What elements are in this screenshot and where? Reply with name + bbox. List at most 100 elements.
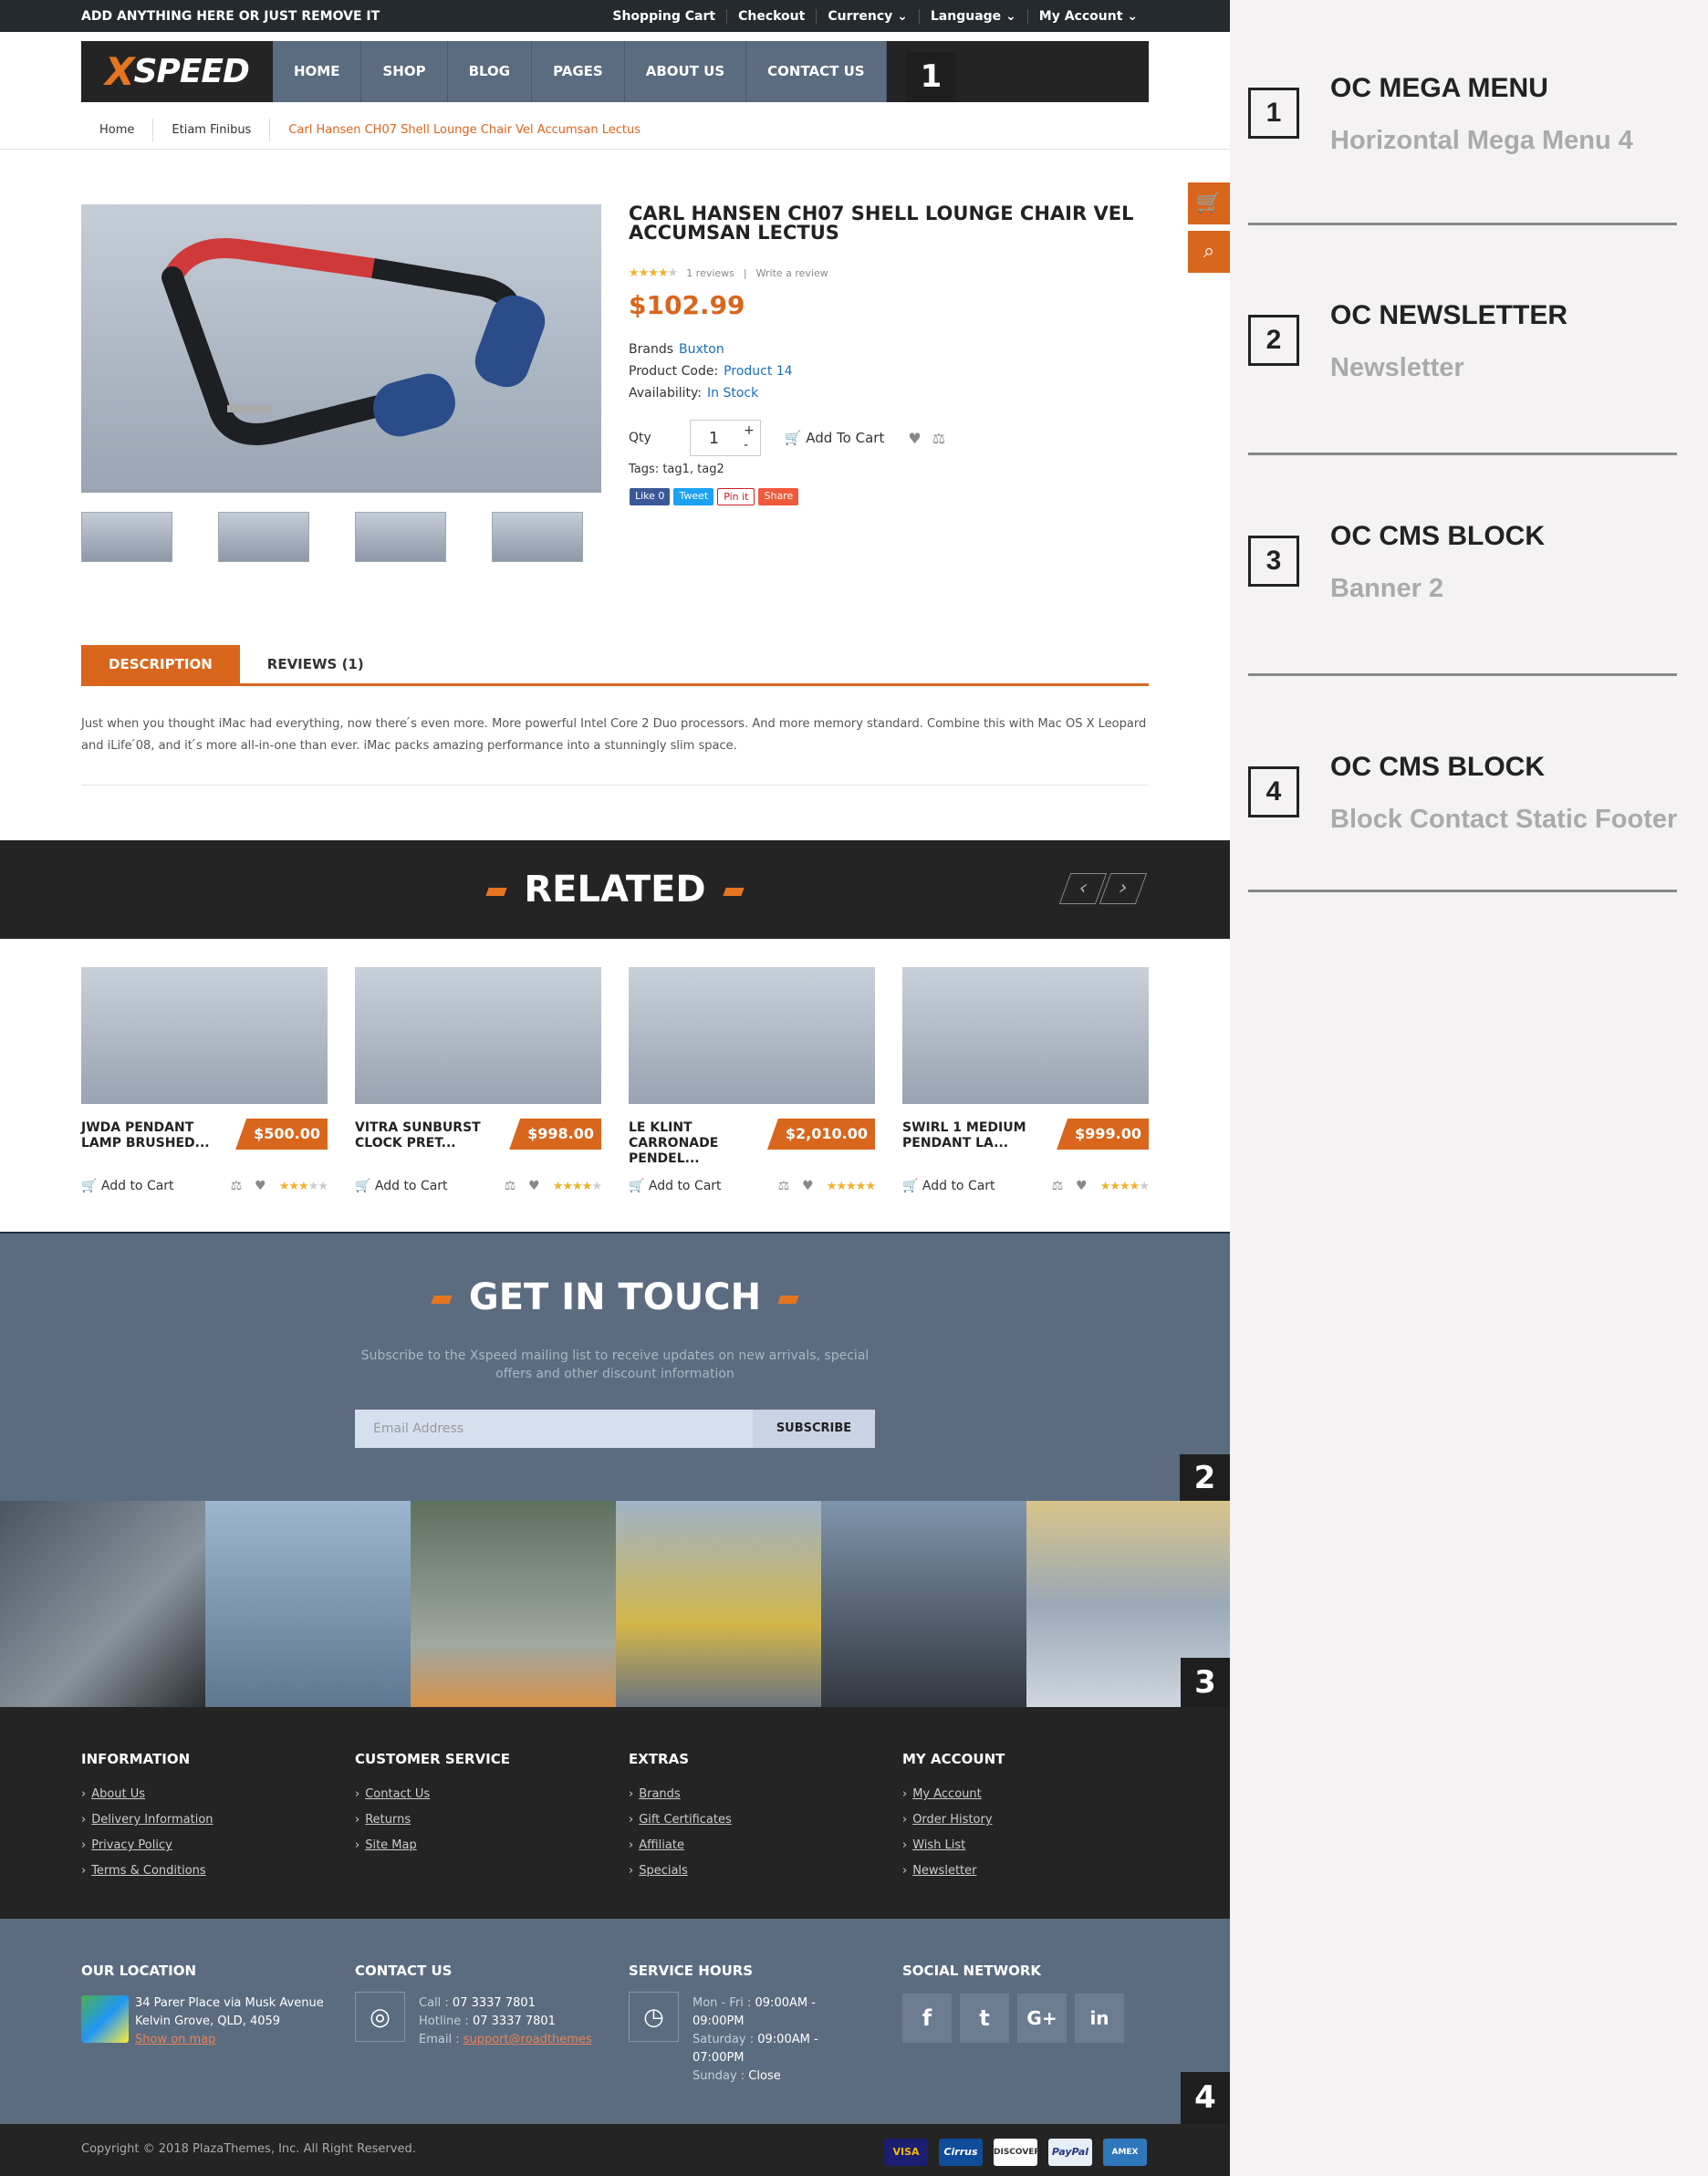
banner-car-1[interactable]	[0, 1501, 205, 1707]
floating-cart-icon[interactable]: 🛒	[1188, 182, 1230, 224]
wishlist-icon[interactable]: ♥	[255, 1179, 266, 1193]
top-link-checkout[interactable]: Checkout	[726, 8, 816, 24]
crumb-home[interactable]: Home	[81, 119, 152, 142]
related-name[interactable]: JWDA PENDANT LAMP BRUSHED...	[81, 1120, 227, 1151]
share-button[interactable]: Share	[758, 488, 799, 505]
pinit-button[interactable]: Pin it	[717, 488, 755, 505]
product-thumb-2[interactable]	[218, 512, 309, 562]
copyright-bar: Copyright © 2018 PlazaThemes, Inc. All R…	[0, 2124, 1230, 2176]
related-card-1[interactable]: JWDA PENDANT LAMP BRUSHED... $500.00 🛒 A…	[81, 967, 328, 1193]
related-add-to-cart[interactable]: 🛒 Add to Cart	[81, 1179, 174, 1193]
compare-icon[interactable]: ⚖	[932, 430, 945, 447]
related-name[interactable]: LE KLINT CARRONADE PENDEL...	[629, 1120, 775, 1167]
related-image-wheel[interactable]	[902, 967, 1149, 1104]
nav-shop[interactable]: SHOP	[361, 41, 448, 102]
related-card-4[interactable]: SWIRL 1 MEDIUM PENDANT LA... $999.00 🛒 A…	[902, 967, 1150, 1193]
nav-blog[interactable]: BLOG	[448, 41, 533, 102]
top-link-language[interactable]: Language ⌄	[918, 8, 1027, 24]
top-link-account[interactable]: My Account ⌄	[1026, 8, 1149, 24]
hours-value: 09:00AM -	[755, 1996, 816, 2010]
related-image-headlight[interactable]	[355, 967, 601, 1104]
footer-link[interactable]: Delivery Information	[81, 1807, 213, 1833]
email-field[interactable]: Email Address	[355, 1410, 753, 1448]
footer-link[interactable]: Site Map	[355, 1833, 510, 1858]
tab-reviews[interactable]: REVIEWS (1)	[240, 645, 391, 683]
compare-icon[interactable]: ⚖	[778, 1179, 790, 1193]
wishlist-icon[interactable]: ♥	[528, 1179, 540, 1193]
subscribe-button[interactable]: SUBSCRIBE	[753, 1410, 875, 1448]
floating-search-icon[interactable]: ⌕	[1188, 231, 1230, 273]
footer-link[interactable]: Specials	[629, 1858, 732, 1884]
nav-home[interactable]: HOME	[273, 41, 362, 102]
hours-value: 07:00PM	[693, 2051, 745, 2065]
twitter-icon[interactable]: t	[960, 1994, 1009, 2043]
footer-link[interactable]: Gift Certificates	[629, 1807, 732, 1833]
footer-link[interactable]: Brands	[629, 1782, 732, 1807]
related-image-headlights[interactable]	[81, 967, 328, 1104]
footer-link[interactable]: Returns	[355, 1807, 510, 1833]
compare-icon[interactable]: ⚖	[1052, 1179, 1064, 1193]
product-thumb-3[interactable]	[355, 512, 446, 562]
top-link-currency[interactable]: Currency ⌄	[816, 8, 919, 24]
footer-link[interactable]: Contact Us	[355, 1782, 510, 1807]
next-arrow-icon[interactable]: ›	[1099, 873, 1148, 904]
banner-car-2[interactable]	[205, 1501, 411, 1707]
footer-link[interactable]: Privacy Policy	[81, 1833, 214, 1858]
related-card-3[interactable]: LE KLINT CARRONADE PENDEL... $2,010.00 🛒…	[629, 967, 876, 1193]
hours-value: 09:00PM	[693, 2015, 745, 2028]
tab-description[interactable]: DESCRIPTION	[81, 645, 240, 683]
qty-stepper[interactable]: 1 + -	[689, 420, 761, 456]
show-on-map-link[interactable]: Show on map	[135, 2031, 324, 2049]
footer-link[interactable]: Newsletter	[902, 1858, 1005, 1884]
related-add-to-cart[interactable]: 🛒 Add to Cart	[629, 1179, 722, 1193]
facebook-like-button[interactable]: Like 0	[630, 488, 671, 505]
crumb-category[interactable]: Etiam Finibus	[152, 119, 269, 142]
brand-link[interactable]: Buxton	[679, 342, 724, 357]
product-main-image[interactable]	[81, 204, 601, 493]
google-plus-icon[interactable]: G+	[1017, 1994, 1067, 2043]
wishlist-icon[interactable]: ♥	[1076, 1179, 1088, 1193]
footer-link[interactable]: Affiliate	[629, 1833, 732, 1858]
qty-minus-button[interactable]: -	[744, 438, 755, 453]
tweet-button[interactable]: Tweet	[673, 488, 714, 505]
hours-label: Saturday :	[693, 2033, 755, 2046]
banner-car-5[interactable]	[821, 1501, 1026, 1707]
tags-value[interactable]: tag1, tag2	[662, 463, 724, 476]
add-to-cart-label: Add To Cart	[806, 430, 885, 446]
banner-car-3[interactable]	[411, 1501, 616, 1707]
footer-link[interactable]: My Account	[902, 1782, 1005, 1807]
top-link-cart[interactable]: Shopping Cart	[601, 9, 726, 24]
nav-contact[interactable]: CONTACT US	[746, 41, 887, 102]
footer-link[interactable]: Terms & Conditions	[81, 1858, 214, 1884]
footer-link[interactable]: Wish List	[902, 1833, 1005, 1858]
reviews-count[interactable]: 1 reviews	[686, 267, 734, 279]
write-review-link[interactable]: Write a review	[756, 267, 828, 279]
compare-icon[interactable]: ⚖	[231, 1179, 243, 1193]
logo[interactable]: X SPEED	[81, 41, 273, 102]
banner-car-4[interactable]	[616, 1501, 821, 1707]
legend-divider	[1248, 223, 1677, 225]
related-add-to-cart[interactable]: 🛒 Add to Cart	[355, 1179, 448, 1193]
wishlist-icon[interactable]: ♥	[908, 430, 921, 447]
footer-link[interactable]: Order History	[902, 1807, 1005, 1833]
product-thumb-1[interactable]	[81, 512, 172, 562]
nav-pages[interactable]: PAGES	[532, 41, 625, 102]
product-thumb-4[interactable]	[492, 512, 583, 562]
nav-about[interactable]: ABOUT US	[625, 41, 747, 102]
related-add-to-cart[interactable]: 🛒 Add to Cart	[902, 1179, 995, 1193]
related-name[interactable]: VITRA SUNBURST CLOCK PRET...	[355, 1120, 501, 1151]
location-title: OUR LOCATION	[81, 1963, 197, 1979]
related-card-2[interactable]: VITRA SUNBURST CLOCK PRET... $998.00 🛒 A…	[355, 967, 602, 1193]
facebook-icon[interactable]: f	[902, 1994, 952, 2043]
add-to-cart-button[interactable]: 🛒 Add To Cart	[785, 430, 885, 446]
footer-link[interactable]: About Us	[81, 1782, 214, 1807]
related-name[interactable]: SWIRL 1 MEDIUM PENDANT LA...	[902, 1120, 1048, 1151]
related-image-led-lights[interactable]	[629, 967, 875, 1104]
qty-plus-button[interactable]: +	[744, 423, 755, 438]
qty-value[interactable]: 1	[709, 429, 719, 448]
linkedin-icon[interactable]: in	[1075, 1994, 1124, 2043]
legend-num: 3	[1248, 536, 1299, 587]
compare-icon[interactable]: ⚖	[505, 1179, 516, 1193]
wishlist-icon[interactable]: ♥	[802, 1179, 814, 1193]
email-link[interactable]: support@roadthemes	[463, 2033, 592, 2046]
